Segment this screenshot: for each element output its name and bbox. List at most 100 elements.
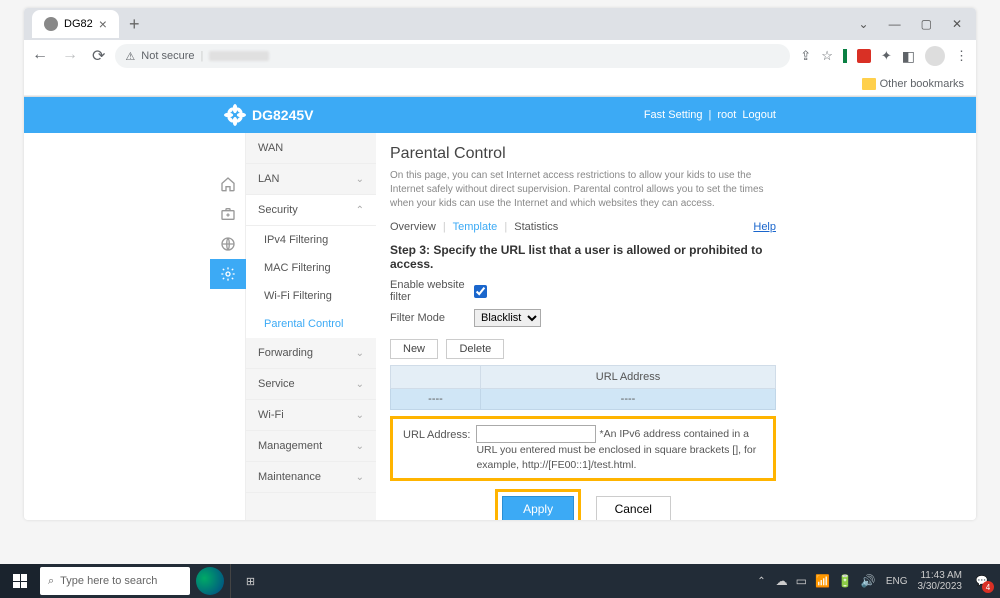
- chevron-down-icon: ⌄: [356, 441, 364, 452]
- task-view-icon[interactable]: ⊞: [230, 564, 270, 598]
- new-button[interactable]: New: [390, 339, 438, 359]
- rail-home[interactable]: [210, 169, 246, 199]
- url-address-label: URL Address:: [403, 425, 470, 441]
- submenu-ipv4[interactable]: IPv4 Filtering: [246, 226, 376, 254]
- taskbar-search[interactable]: ⌕ Type here to search: [40, 567, 190, 595]
- chevron-down-icon: ⌄: [356, 410, 364, 421]
- logout-link[interactable]: Logout: [742, 109, 776, 121]
- tab-title: DG82: [64, 18, 93, 30]
- step-heading: Step 3: Specify the URL list that a user…: [390, 243, 776, 271]
- tabs-row: Overview | Template | Statistics Help: [390, 221, 776, 237]
- menu-forwarding[interactable]: Forwarding⌄: [246, 338, 376, 369]
- close-icon[interactable]: ✕: [952, 17, 962, 31]
- page-description: On this page, you can set Internet acces…: [390, 169, 776, 211]
- tray-icon[interactable]: ▭: [796, 574, 807, 588]
- chevron-up-icon[interactable]: ⌃: [757, 576, 765, 587]
- page-title: Parental Control: [390, 145, 776, 163]
- table-header: URL Address: [481, 366, 776, 389]
- main-panel: Parental Control On this page, you can s…: [376, 133, 796, 520]
- reload-icon[interactable]: ⟳: [92, 46, 105, 66]
- flower-icon: [224, 104, 246, 126]
- clock[interactable]: 11:43 AM 3/30/2023: [918, 570, 963, 592]
- forward-icon[interactable]: →: [62, 46, 78, 66]
- filter-mode-label: Filter Mode: [390, 312, 474, 324]
- router-header: DG8245V Fast Setting | root Logout: [24, 97, 976, 133]
- product-name: DG8245V: [252, 107, 313, 123]
- menu-security[interactable]: Security⌃: [246, 195, 376, 226]
- extension-icon[interactable]: [857, 49, 871, 63]
- bookmark-other[interactable]: Other bookmarks: [880, 78, 964, 90]
- submenu-mac[interactable]: MAC Filtering: [246, 254, 376, 282]
- enable-filter-label: Enable website filter: [390, 279, 474, 303]
- start-button[interactable]: [0, 564, 40, 598]
- table-row[interactable]: --------: [391, 389, 776, 410]
- windows-icon: [13, 574, 27, 588]
- side-menu: WAN LAN⌄ Security⌃ IPv4 Filtering MAC Fi…: [246, 133, 376, 520]
- window-controls: ⌄ — ▢ ✕: [859, 17, 976, 31]
- cloud-icon[interactable]: ☁: [776, 574, 788, 588]
- chevron-up-icon: ⌃: [356, 205, 364, 216]
- menu-maintenance[interactable]: Maintenance⌄: [246, 462, 376, 493]
- minimize-icon[interactable]: —: [889, 17, 901, 31]
- extensions-icon[interactable]: ✦: [881, 48, 892, 64]
- new-tab-button[interactable]: +: [119, 14, 150, 35]
- user-link[interactable]: root: [717, 109, 736, 121]
- menu-service[interactable]: Service⌄: [246, 369, 376, 400]
- taskbar: ⌕ Type here to search ⊞ ⌃ ☁ ▭ 📶 🔋 🔊 ENG …: [0, 564, 1000, 598]
- rail-globe[interactable]: [210, 229, 246, 259]
- browser-tab[interactable]: DG82 ×: [32, 10, 119, 38]
- address-bar: ← → ⟳ ⚠ Not secure | ⇪ ☆ ✦ ◧ ⋮: [24, 40, 976, 72]
- language-indicator[interactable]: ENG: [886, 576, 908, 587]
- tab-template[interactable]: Template: [453, 221, 498, 233]
- submenu-wifi-filter[interactable]: Wi-Fi Filtering: [246, 282, 376, 310]
- volume-icon[interactable]: 🔊: [861, 574, 876, 588]
- submenu-parental[interactable]: Parental Control: [246, 310, 376, 338]
- menu-wan[interactable]: WAN: [246, 133, 376, 164]
- folder-icon: [862, 78, 876, 90]
- fast-setting-link[interactable]: Fast Setting: [644, 109, 703, 121]
- bookmarks-bar: Other bookmarks: [24, 72, 976, 96]
- url-field[interactable]: ⚠ Not secure |: [115, 44, 790, 68]
- rail-settings[interactable]: [210, 259, 246, 289]
- star-icon[interactable]: ☆: [821, 48, 833, 64]
- back-icon[interactable]: ←: [32, 46, 48, 66]
- close-icon[interactable]: ×: [99, 16, 107, 32]
- url-input-box: URL Address: *An IPv6 address contained …: [390, 416, 776, 481]
- delete-button[interactable]: Delete: [446, 339, 504, 359]
- chevron-down-icon: ⌄: [356, 348, 364, 359]
- maximize-icon[interactable]: ▢: [921, 17, 932, 31]
- menu-icon[interactable]: ⋮: [955, 48, 968, 64]
- chevron-down-icon: ⌄: [356, 472, 364, 483]
- table-header: [391, 366, 481, 389]
- menu-wifi[interactable]: Wi-Fi⌄: [246, 400, 376, 431]
- tab-overview[interactable]: Overview: [390, 221, 436, 233]
- battery-icon[interactable]: 🔋: [838, 574, 853, 588]
- avatar[interactable]: [925, 46, 945, 66]
- chevron-down-icon: ⌄: [356, 174, 364, 185]
- apply-button[interactable]: Apply: [502, 496, 574, 520]
- rail-firstaid[interactable]: [210, 199, 246, 229]
- puzzle-icon[interactable]: ◧: [902, 48, 915, 65]
- url-table: URL Address --------: [390, 365, 776, 410]
- url-address-input[interactable]: [476, 425, 596, 443]
- help-link[interactable]: Help: [753, 221, 776, 233]
- tab-statistics[interactable]: Statistics: [514, 221, 558, 233]
- share-icon[interactable]: ⇪: [800, 48, 811, 64]
- not-secure-label: Not secure: [141, 50, 194, 62]
- globe-icon: [44, 17, 58, 31]
- notification-icon[interactable]: 💬4: [972, 571, 992, 591]
- menu-management[interactable]: Management⌄: [246, 431, 376, 462]
- chevron-down-icon: ⌄: [356, 379, 364, 390]
- chevron-down-icon[interactable]: ⌄: [859, 17, 869, 31]
- extension-icon[interactable]: [843, 49, 847, 63]
- cancel-button[interactable]: Cancel: [596, 496, 671, 520]
- peacock-icon[interactable]: [196, 567, 224, 595]
- filter-mode-select[interactable]: Blacklist: [474, 309, 541, 327]
- blurred-url: [209, 51, 269, 61]
- menu-lan[interactable]: LAN⌄: [246, 164, 376, 195]
- warning-icon: ⚠: [125, 50, 135, 63]
- wifi-icon[interactable]: 📶: [815, 574, 830, 588]
- enable-filter-checkbox[interactable]: [474, 285, 487, 298]
- tab-strip: DG82 × + ⌄ — ▢ ✕: [24, 8, 976, 40]
- search-icon: ⌕: [48, 575, 54, 588]
